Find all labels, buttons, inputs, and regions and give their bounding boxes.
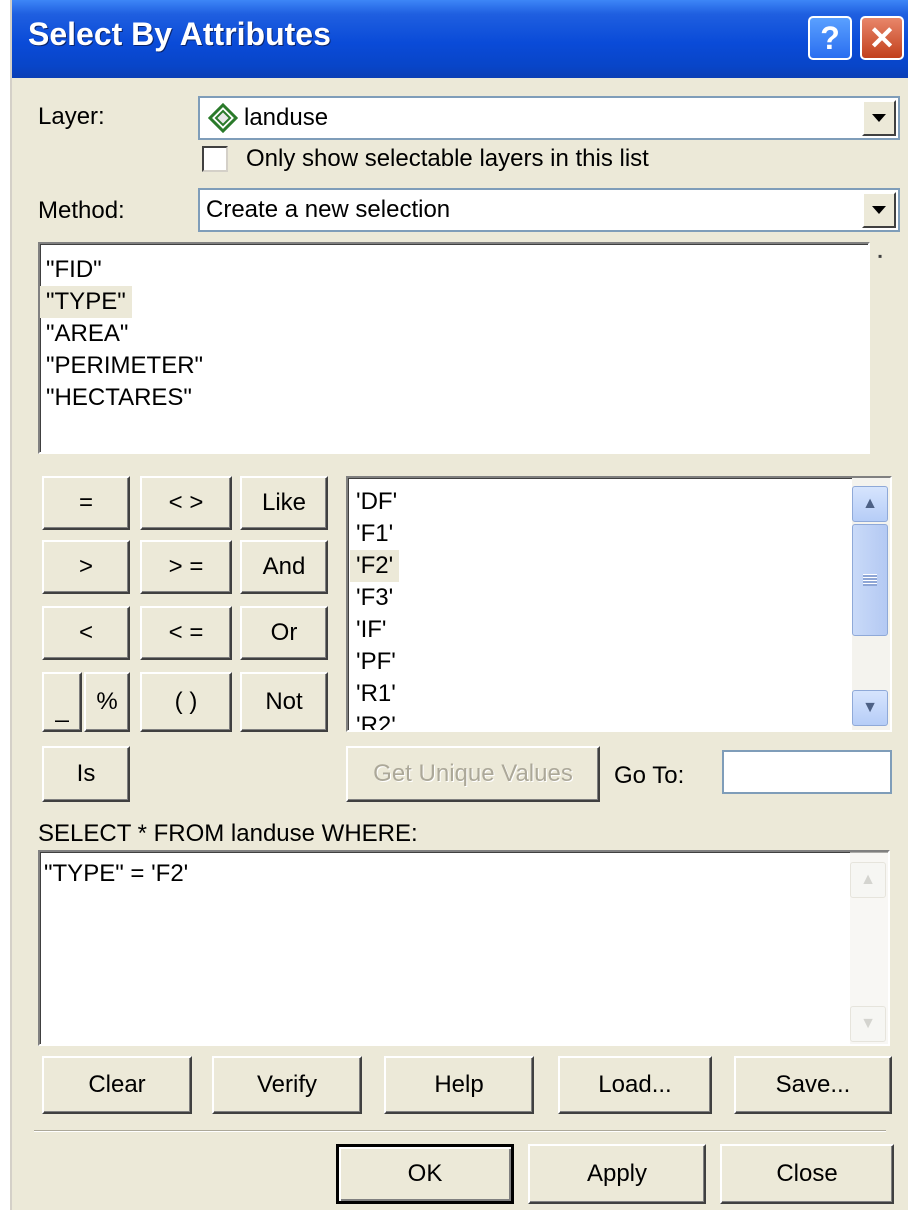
apply-button[interactable]: Apply [528, 1144, 706, 1204]
layer-value: landuse [244, 104, 329, 131]
value-list-item[interactable]: 'F1' [350, 518, 890, 550]
help-button[interactable]: ? [808, 16, 852, 60]
dialog-title: Select By Attributes [28, 16, 331, 52]
field-list-item[interactable]: "PERIMETER" [40, 350, 868, 382]
goto-input[interactable] [722, 750, 892, 794]
scroll-up-icon[interactable]: ▲ [852, 486, 888, 522]
query-text: "TYPE" = 'F2' [44, 860, 189, 887]
layer-diamond-icon [208, 103, 238, 133]
get-unique-values-button[interactable]: Get Unique Values [346, 746, 600, 802]
layer-dropdown[interactable]: landuse [198, 96, 900, 140]
selectable-layers-checkbox[interactable] [202, 146, 228, 172]
help-query-button[interactable]: Help [384, 1056, 534, 1114]
or-button[interactable]: Or [240, 606, 328, 660]
title-bar[interactable]: Select By Attributes ? ✕ [12, 0, 908, 78]
unique-values-list[interactable]: 'DF' 'F1' 'F2' 'F3' 'IF' 'PF' 'R1' 'R2' ▲ ▼ [346, 476, 892, 732]
resize-grip-icon[interactable]: ▪ [878, 250, 890, 262]
save-button[interactable]: Save... [734, 1056, 892, 1114]
percent-wildcard-button[interactable]: % [84, 672, 130, 732]
method-value: Create a new selection [206, 196, 451, 223]
like-button[interactable]: Like [240, 476, 328, 530]
layer-label: Layer: [38, 103, 105, 130]
clear-button[interactable]: Clear [42, 1056, 192, 1114]
close-button[interactable]: Close [720, 1144, 894, 1204]
load-button[interactable]: Load... [558, 1056, 712, 1114]
less-than-button[interactable]: < [42, 606, 130, 660]
values-scrollbar[interactable]: ▲ ▼ [852, 478, 890, 730]
greater-equal-button[interactable]: > = [140, 540, 232, 594]
less-equal-button[interactable]: < = [140, 606, 232, 660]
query-label: SELECT * FROM landuse WHERE: [38, 820, 418, 847]
field-list-item[interactable]: "TYPE" [40, 286, 132, 318]
scroll-up-icon[interactable]: ▲ [850, 862, 886, 898]
field-list-item[interactable]: "AREA" [40, 318, 868, 350]
query-textarea[interactable]: "TYPE" = 'F2' ▲ ▼ [38, 850, 890, 1046]
scroll-down-icon[interactable]: ▼ [852, 690, 888, 726]
value-list-item[interactable]: 'DF' [350, 486, 890, 518]
value-list-item[interactable]: 'PF' [350, 646, 890, 678]
verify-button[interactable]: Verify [212, 1056, 362, 1114]
underscore-wildcard-button[interactable]: _ [42, 672, 82, 732]
not-equal-button[interactable]: < > [140, 476, 232, 530]
divider [34, 1130, 886, 1132]
goto-label: Go To: [614, 762, 685, 789]
field-list-item[interactable]: "HECTARES" [40, 382, 868, 414]
is-button[interactable]: Is [42, 746, 130, 802]
close-window-button[interactable]: ✕ [860, 16, 904, 60]
and-button[interactable]: And [240, 540, 328, 594]
select-by-attributes-dialog: Select By Attributes ? ✕ Layer: landuse … [10, 0, 908, 1210]
parentheses-button[interactable]: ( ) [140, 672, 232, 732]
scroll-thumb[interactable] [852, 524, 888, 636]
not-button[interactable]: Not [240, 672, 328, 732]
query-scrollbar[interactable]: ▲ ▼ [850, 852, 888, 1044]
method-dropdown[interactable]: Create a new selection [198, 188, 900, 232]
scroll-down-icon[interactable]: ▼ [850, 1006, 886, 1042]
field-list-item[interactable]: "FID" [40, 254, 868, 286]
chevron-down-icon[interactable] [862, 192, 896, 228]
value-list-item[interactable]: 'R2' [350, 710, 890, 730]
value-list-item[interactable]: 'F2' [350, 550, 400, 582]
ok-button[interactable]: OK [336, 1144, 514, 1204]
value-list-item[interactable]: 'R1' [350, 678, 890, 710]
method-label: Method: [38, 197, 125, 224]
fields-list[interactable]: "FID" "TYPE" "AREA" "PERIMETER" "HECTARES" [38, 242, 870, 454]
value-list-item[interactable]: 'F3' [350, 582, 890, 614]
value-list-item[interactable]: 'IF' [350, 614, 890, 646]
chevron-down-icon[interactable] [862, 100, 896, 136]
greater-than-button[interactable]: > [42, 540, 130, 594]
equals-button[interactable]: = [42, 476, 130, 530]
selectable-layers-label: Only show selectable layers in this list [246, 145, 649, 172]
